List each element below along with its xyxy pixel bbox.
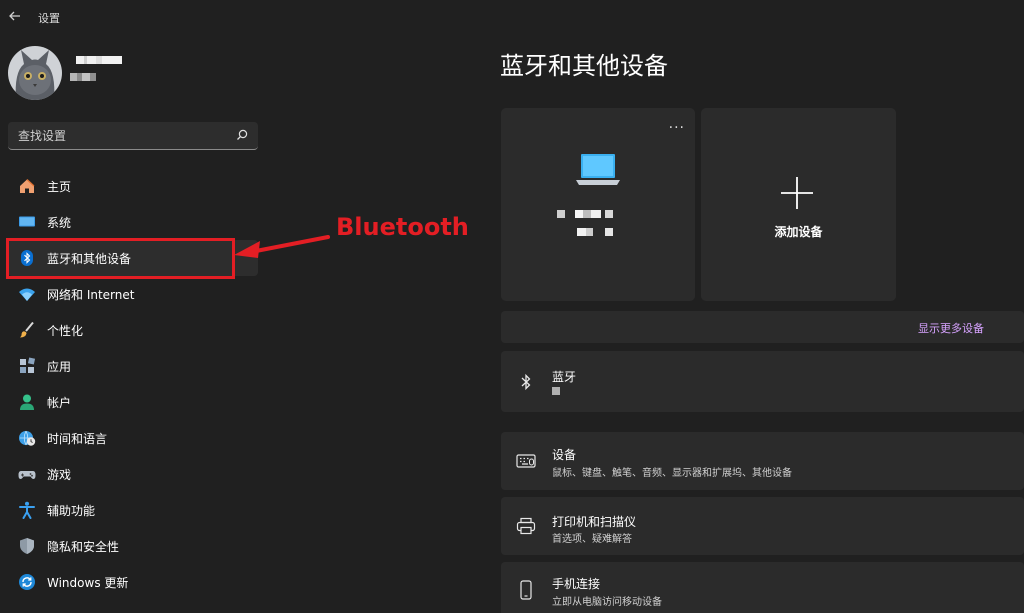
more-options-icon[interactable]: ··· <box>669 120 685 136</box>
row-subtitle: 鼠标、键盘、触笔、音频、显示器和扩展坞、其他设备 <box>552 468 792 479</box>
avatar[interactable] <box>8 46 62 100</box>
account-icon <box>18 393 36 411</box>
page-title: 蓝牙和其他设备 <box>500 52 668 80</box>
title-bar: 设置 <box>0 0 1024 32</box>
device-status-redacted <box>577 228 613 236</box>
device-card[interactable]: ··· <box>501 108 695 301</box>
shield-icon <box>18 537 36 555</box>
brush-icon <box>18 321 36 339</box>
row-title: 蓝牙 <box>552 370 577 384</box>
phone-link-row[interactable]: 手机连接 立即从电脑访问移动设备 <box>501 562 1024 613</box>
sidebar-item-label: 主页 <box>47 179 72 194</box>
search-input[interactable] <box>8 122 228 149</box>
sidebar-item-label: 帐户 <box>47 395 72 410</box>
sidebar-item-label: 隐私和安全性 <box>47 539 120 554</box>
sidebar-item-label: 系统 <box>47 215 72 230</box>
gamepad-icon <box>18 465 36 483</box>
sidebar-item-time-language[interactable]: 时间和语言 <box>8 420 258 456</box>
sidebar-item-label: 应用 <box>47 359 72 374</box>
sidebar-item-windows-update[interactable]: Windows 更新 <box>8 564 258 600</box>
globe-clock-icon <box>18 429 36 447</box>
annotation-highlight-box <box>6 238 235 279</box>
sidebar-nav: 主页 系统 蓝牙和其他设备 网络和 Internet 个性化 应用 帐户 时间和… <box>8 168 258 600</box>
add-device-label: 添加设备 <box>774 225 823 239</box>
sidebar-item-apps[interactable]: 应用 <box>8 348 258 384</box>
accessibility-icon <box>18 501 36 519</box>
update-icon <box>18 573 36 591</box>
plus-icon <box>781 177 813 209</box>
search-box[interactable] <box>8 122 258 150</box>
show-more-bar: 显示更多设备 <box>501 311 1024 343</box>
bluetooth-status-redacted <box>552 387 560 395</box>
laptop-icon <box>576 154 620 185</box>
sidebar-item-label: 个性化 <box>47 323 84 338</box>
annotation-arrow-icon <box>234 235 330 258</box>
show-more-devices-link[interactable]: 显示更多设备 <box>918 320 984 336</box>
sidebar-item-label: 时间和语言 <box>47 431 108 446</box>
sidebar-item-personalization[interactable]: 个性化 <box>8 312 258 348</box>
bluetooth-toggle-row[interactable]: 蓝牙 <box>501 351 1024 412</box>
sidebar-item-label: 辅助功能 <box>47 503 96 518</box>
home-icon <box>18 177 36 195</box>
sidebar-item-accounts[interactable]: 帐户 <box>8 384 258 420</box>
sidebar-item-privacy-security[interactable]: 隐私和安全性 <box>8 528 258 564</box>
wifi-icon <box>18 285 36 303</box>
app-title: 设置 <box>38 12 60 25</box>
keyboard-mouse-icon <box>515 450 537 472</box>
row-subtitle: 首选项、疑难解答 <box>552 534 632 545</box>
user-email-redacted <box>70 73 96 81</box>
row-title: 手机连接 <box>552 577 601 591</box>
printer-icon <box>515 515 537 537</box>
sidebar-item-system[interactable]: 系统 <box>8 204 258 240</box>
devices-row[interactable]: 设备 鼠标、键盘、触笔、音频、显示器和扩展坞、其他设备 <box>501 432 1024 490</box>
row-subtitle: 立即从电脑访问移动设备 <box>552 597 662 608</box>
row-title: 设备 <box>552 448 577 462</box>
apps-icon <box>18 357 36 375</box>
sidebar-item-network[interactable]: 网络和 Internet <box>8 276 258 312</box>
sidebar-item-label: 游戏 <box>47 467 72 482</box>
phone-icon <box>515 579 537 601</box>
sidebar-item-home[interactable]: 主页 <box>8 168 258 204</box>
user-name-redacted <box>76 56 122 64</box>
sidebar-item-label: Windows 更新 <box>47 575 129 590</box>
printers-scanners-row[interactable]: 打印机和扫描仪 首选项、疑难解答 <box>501 497 1024 555</box>
monitor-icon <box>18 213 36 231</box>
add-device-card[interactable]: 添加设备 <box>701 108 896 301</box>
bluetooth-symbol-icon <box>515 371 537 393</box>
annotation-label: Bluetooth <box>336 213 469 241</box>
device-name-redacted <box>557 210 613 218</box>
sidebar-item-gaming[interactable]: 游戏 <box>8 456 258 492</box>
back-arrow-icon[interactable] <box>8 9 24 25</box>
search-icon[interactable] <box>236 129 248 141</box>
sidebar-item-label: 网络和 Internet <box>47 287 135 302</box>
row-title: 打印机和扫描仪 <box>552 515 637 529</box>
sidebar-item-accessibility[interactable]: 辅助功能 <box>8 492 258 528</box>
